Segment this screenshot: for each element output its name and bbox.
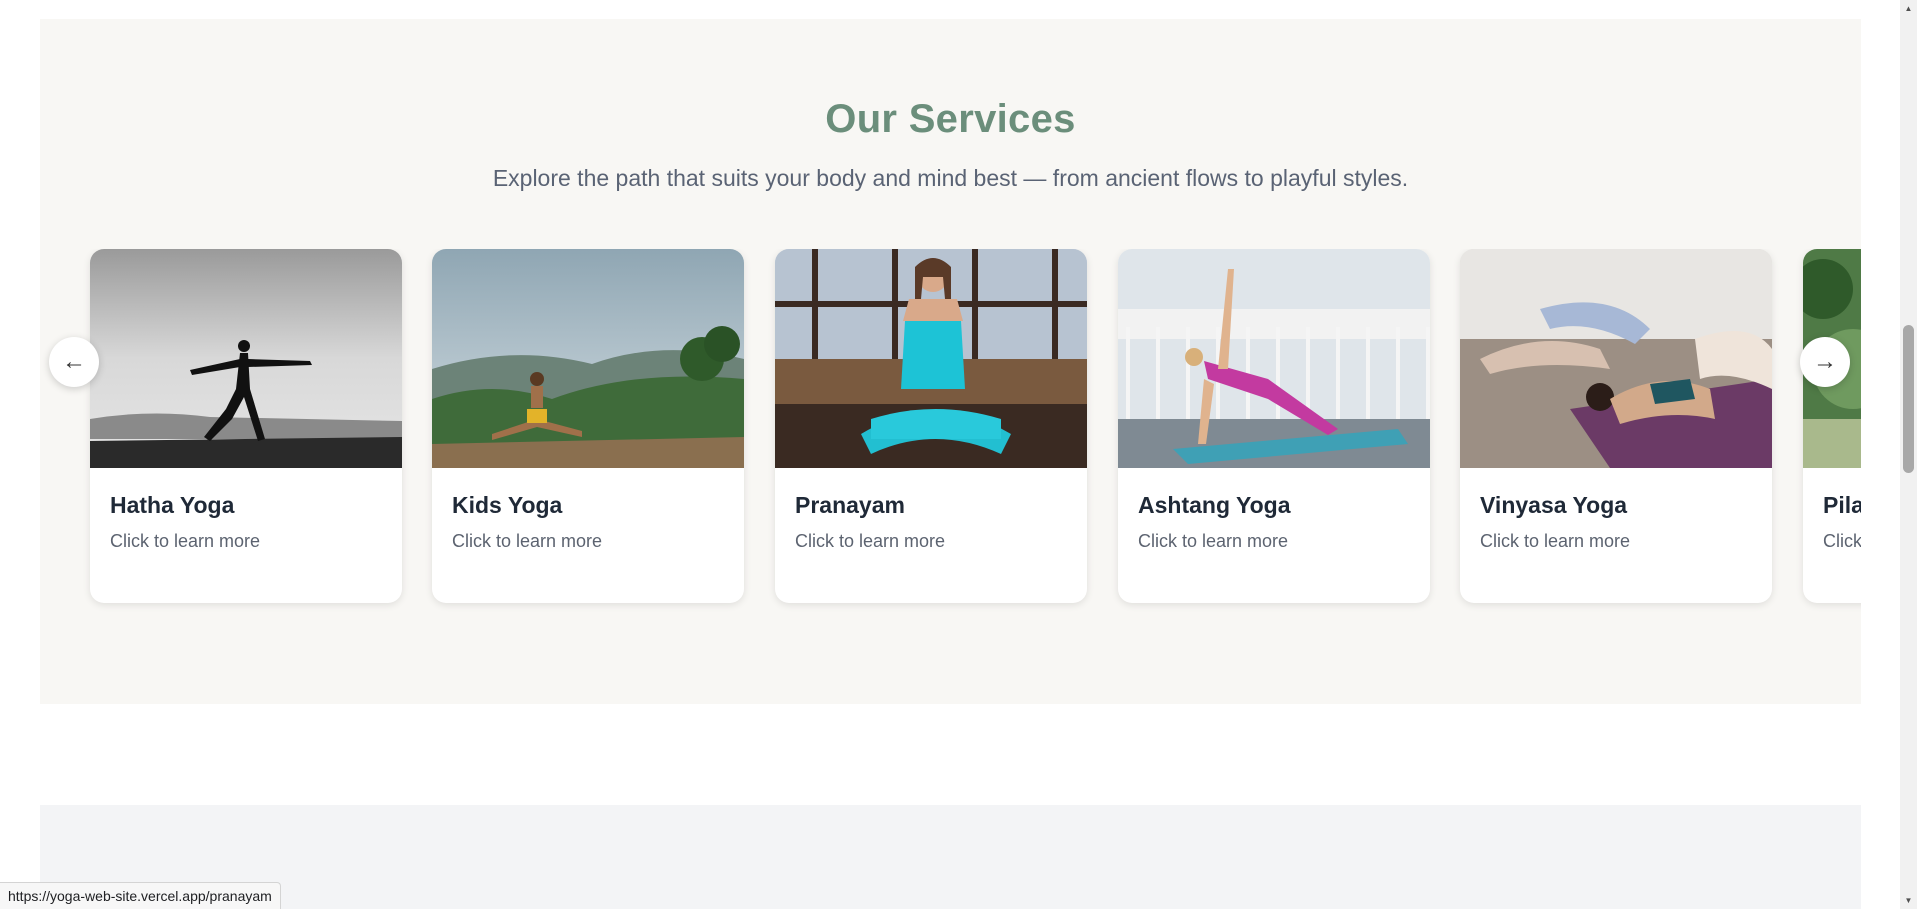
carousel-prev-button[interactable]: ← bbox=[49, 337, 99, 387]
service-card-pranayam[interactable]: Pranayam Click to learn more bbox=[775, 249, 1087, 603]
card-subtitle: Click bbox=[1823, 531, 1861, 551]
status-bar-url: https://yoga-web-site.vercel.app/pranaya… bbox=[0, 882, 281, 909]
vertical-scrollbar[interactable]: ▲ ▼ bbox=[1900, 0, 1917, 909]
service-card-kids-yoga[interactable]: Kids Yoga Click to learn more bbox=[432, 249, 744, 603]
card-title: Ashtang Yoga bbox=[1138, 492, 1291, 518]
services-title: Our Services bbox=[825, 97, 1076, 141]
next-section bbox=[40, 805, 1861, 909]
services-section: Our Services Explore the path that suits… bbox=[40, 19, 1861, 704]
service-card-ashtang-yoga[interactable]: Ashtang Yoga Click to learn more bbox=[1118, 249, 1430, 603]
scroll-down-icon[interactable]: ▼ bbox=[1900, 892, 1917, 909]
card-subtitle: Click to learn more bbox=[452, 531, 603, 551]
services-carousel: Hatha Yoga Click to learn more Kids Yoga… bbox=[40, 249, 1861, 629]
arrow-left-icon: ← bbox=[62, 348, 86, 375]
scrollbar-thumb[interactable] bbox=[1903, 325, 1914, 473]
card-title: Pila bbox=[1823, 492, 1861, 518]
carousel-next-button[interactable]: → bbox=[1800, 337, 1850, 387]
services-subtitle: Explore the path that suits your body an… bbox=[492, 165, 1409, 191]
service-card-hatha-yoga[interactable]: Hatha Yoga Click to learn more bbox=[90, 249, 402, 603]
side-angle-pose-deck-photo bbox=[1118, 249, 1430, 468]
scroll-up-icon[interactable]: ▲ bbox=[1900, 0, 1917, 17]
card-subtitle: Click to learn more bbox=[1138, 531, 1289, 551]
card-subtitle: Click to learn more bbox=[1480, 531, 1631, 551]
child-meditating-mountains-photo bbox=[432, 249, 744, 468]
breathing-meditation-photo bbox=[775, 249, 1087, 468]
stretching-mat-photo bbox=[1460, 249, 1772, 468]
page: Our Services Explore the path that suits… bbox=[0, 0, 1917, 909]
card-subtitle: Click to learn more bbox=[795, 531, 946, 551]
card-title: Pranayam bbox=[795, 492, 905, 518]
card-title: Hatha Yoga bbox=[110, 492, 235, 518]
service-card-pilates[interactable]: Pila Click bbox=[1803, 249, 1861, 603]
service-card-vinyasa-yoga[interactable]: Vinyasa Yoga Click to learn more bbox=[1460, 249, 1772, 603]
yoga-warrior-pose-photo bbox=[90, 249, 402, 468]
card-title: Vinyasa Yoga bbox=[1480, 492, 1628, 518]
card-title: Kids Yoga bbox=[452, 492, 563, 518]
arrow-right-icon: → bbox=[1813, 348, 1837, 375]
card-subtitle: Click to learn more bbox=[110, 531, 261, 551]
